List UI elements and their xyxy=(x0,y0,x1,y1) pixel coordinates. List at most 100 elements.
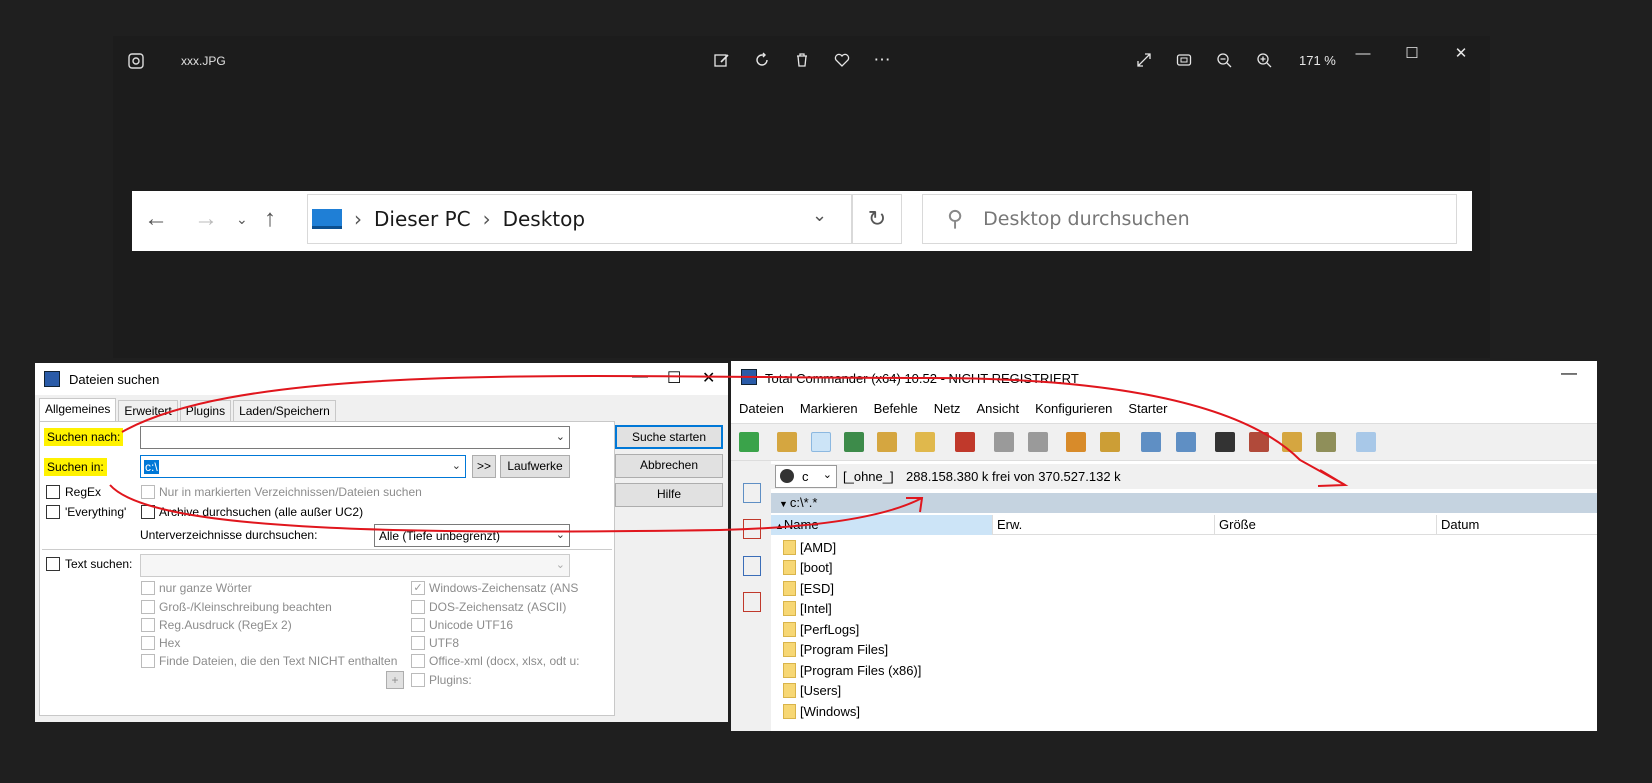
menu-markieren[interactable]: Markieren xyxy=(800,401,858,416)
option-checkbox[interactable] xyxy=(141,618,155,632)
start-search-button[interactable]: Suche starten xyxy=(615,425,723,449)
pack-icon[interactable] xyxy=(1066,432,1086,452)
text-search-checkbox[interactable] xyxy=(46,557,60,571)
unpack-icon[interactable] xyxy=(1100,432,1120,452)
menu-netz[interactable]: Netz xyxy=(934,401,961,416)
folder-row[interactable]: [ESD] xyxy=(771,578,1597,599)
cancel-button[interactable]: Abbrechen xyxy=(615,454,723,478)
browse-button[interactable]: >> xyxy=(472,455,496,478)
everything-checkbox[interactable] xyxy=(46,505,60,519)
invert-selection-icon[interactable] xyxy=(915,432,935,452)
address-bar[interactable]: › Dieser PC › Desktop xyxy=(307,194,852,244)
column-name[interactable]: ▲Name xyxy=(771,515,993,535)
heart-icon[interactable] xyxy=(831,48,853,72)
folder-row[interactable]: [PerfLogs] xyxy=(771,619,1597,640)
tab-erweitert[interactable]: Erweitert xyxy=(118,400,178,423)
tab-laden-speichern[interactable]: Laden/Speichern xyxy=(233,400,336,423)
back-arrow-icon[interactable]: ← xyxy=(144,205,168,233)
menu-starter[interactable]: Starter xyxy=(1128,401,1167,416)
menu-dateien[interactable]: Dateien xyxy=(739,401,784,416)
archives-checkbox[interactable] xyxy=(141,505,155,519)
back-arrow-icon[interactable] xyxy=(994,432,1014,452)
forward-arrow-icon[interactable] xyxy=(1028,432,1048,452)
folder-row[interactable]: [Intel] xyxy=(771,599,1597,620)
multi-rename-icon[interactable] xyxy=(1249,432,1269,452)
plugins-plus-button[interactable]: + xyxy=(386,671,404,689)
zoom-level[interactable]: 171 % xyxy=(1299,53,1336,68)
menu-ansicht[interactable]: Ansicht xyxy=(976,401,1019,416)
up-arrow-icon[interactable]: ↑ xyxy=(264,205,276,233)
text-search-combo[interactable]: ⌄ xyxy=(140,554,570,577)
view-file-icon[interactable] xyxy=(743,483,761,503)
folder-row[interactable]: [Windows] xyxy=(771,701,1597,722)
folder-row[interactable]: [Users] xyxy=(771,681,1597,702)
detail-view-icon[interactable] xyxy=(811,432,831,452)
maximize-icon[interactable]: ☐ xyxy=(1401,42,1423,64)
option-checkbox[interactable] xyxy=(411,600,425,614)
search-for-combo[interactable]: ⌄ xyxy=(140,426,570,449)
edit-file-icon[interactable] xyxy=(743,519,761,539)
folder-row[interactable]: [boot] xyxy=(771,558,1597,579)
close-icon[interactable]: ✕ xyxy=(702,368,715,388)
refresh-icon[interactable]: ↻ xyxy=(852,194,902,244)
url-icon[interactable] xyxy=(1176,432,1196,452)
column-ext[interactable]: Erw. xyxy=(993,515,1215,535)
find-binoculars-icon[interactable] xyxy=(1215,432,1235,452)
minimize-icon[interactable]: — xyxy=(1561,365,1577,383)
search-input[interactable]: ⚲ Desktop durchsuchen xyxy=(922,194,1457,244)
only-marked-checkbox[interactable] xyxy=(141,485,155,499)
copy-file-icon[interactable] xyxy=(743,556,761,576)
folder-row[interactable]: [AMD] xyxy=(771,537,1597,558)
minimize-icon[interactable]: — xyxy=(632,368,648,386)
history-chevron-icon[interactable]: ⌄ xyxy=(236,211,248,228)
menu-befehle[interactable]: Befehle xyxy=(874,401,918,416)
option-checkbox[interactable] xyxy=(411,654,425,668)
close-icon[interactable]: ✕ xyxy=(1450,42,1472,64)
zoom-out-icon[interactable] xyxy=(1213,48,1235,72)
tab-allgemeines[interactable]: Allgemeines xyxy=(39,398,117,421)
folder-row[interactable]: [Program Files] xyxy=(771,640,1597,661)
current-path[interactable]: ▼ c:\*.* xyxy=(771,493,1597,513)
fit-window-icon[interactable] xyxy=(1173,48,1195,72)
breadcrumb-desktop[interactable]: Desktop xyxy=(503,207,585,231)
fullscreen-icon[interactable] xyxy=(1133,48,1155,72)
column-date[interactable]: Datum xyxy=(1437,515,1597,535)
tab-plugins[interactable]: Plugins xyxy=(179,400,232,423)
regex-checkbox[interactable] xyxy=(46,485,60,499)
option-checkbox[interactable] xyxy=(411,618,425,632)
subdirs-combo[interactable]: Alle (Tiefe unbegrenzt) ⌄ xyxy=(374,524,570,547)
help-button[interactable]: Hilfe xyxy=(615,483,723,507)
search-in-combo[interactable]: c:\ ⌄ xyxy=(140,455,466,478)
sync-dirs-icon[interactable] xyxy=(1282,432,1302,452)
breadcrumb-dieser-pc[interactable]: Dieser PC xyxy=(374,207,471,231)
select-files-icon[interactable] xyxy=(955,432,975,452)
minimize-icon[interactable]: — xyxy=(1352,42,1374,64)
ftp-icon[interactable] xyxy=(1141,432,1161,452)
tree-view-icon[interactable] xyxy=(877,432,897,452)
option-checkbox[interactable] xyxy=(141,654,155,668)
drives-button[interactable]: Laufwerke xyxy=(500,455,570,478)
refresh-icon[interactable] xyxy=(739,432,759,452)
zoom-in-icon[interactable] xyxy=(1253,48,1275,72)
option-checkbox[interactable] xyxy=(411,636,425,650)
edit-image-icon[interactable] xyxy=(711,48,733,72)
brief-view-icon[interactable] xyxy=(777,432,797,452)
trash-icon[interactable] xyxy=(791,48,813,72)
forward-arrow-icon[interactable]: → xyxy=(194,205,218,233)
column-size[interactable]: Größe xyxy=(1215,515,1437,535)
drive-select[interactable]: c ⌄ xyxy=(775,465,837,488)
option-checkbox[interactable] xyxy=(141,581,155,595)
thumbnail-view-icon[interactable] xyxy=(844,432,864,452)
chevron-down-icon[interactable]: ⌄ xyxy=(812,205,827,226)
option-checkbox[interactable] xyxy=(141,636,155,650)
move-file-icon[interactable] xyxy=(743,592,761,612)
more-icon[interactable]: ⋯ xyxy=(871,48,893,72)
menu-konfigurieren[interactable]: Konfigurieren xyxy=(1035,401,1112,416)
option-checkbox[interactable] xyxy=(411,673,425,687)
copy-names-icon[interactable] xyxy=(1316,432,1336,452)
notepad-icon[interactable] xyxy=(1356,432,1376,452)
rotate-icon[interactable] xyxy=(751,48,773,72)
folder-row[interactable]: [Program Files (x86)] xyxy=(771,660,1597,681)
option-checkbox[interactable] xyxy=(141,600,155,614)
maximize-icon[interactable]: ☐ xyxy=(667,368,681,388)
